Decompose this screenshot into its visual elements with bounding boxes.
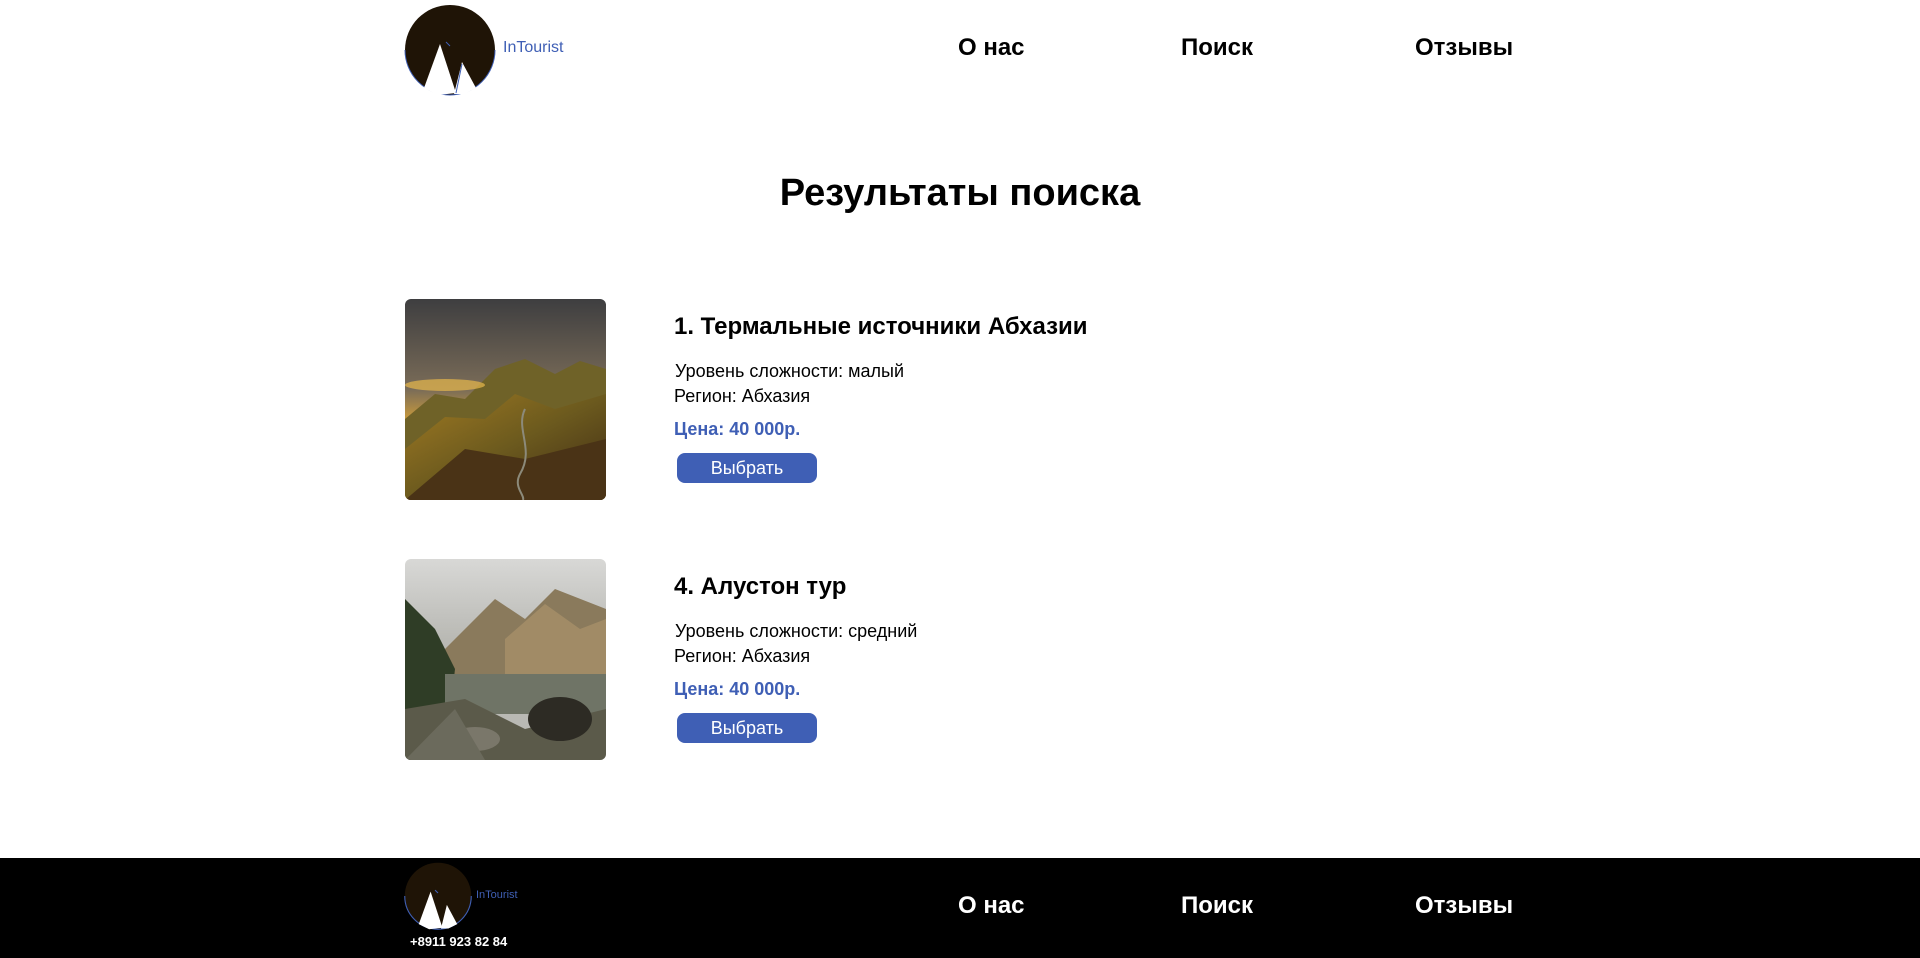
- mountain-lake-photo: [405, 559, 606, 760]
- nav-about[interactable]: О нас: [958, 34, 1025, 62]
- site-footer: InTourist +8911 923 82 84 О нас Поиск От…: [0, 858, 1920, 958]
- tour-difficulty: Уровень сложности: малый: [675, 361, 905, 381]
- nav-search[interactable]: Поиск: [1181, 34, 1253, 62]
- tour-difficulty: Уровень сложности: средний: [675, 621, 918, 641]
- footer-phone: +8911 923 82 84: [410, 934, 508, 949]
- brand-name[interactable]: InTourist: [503, 39, 563, 57]
- nav-reviews[interactable]: Отзывы: [1415, 34, 1513, 62]
- tour-price: Цена: 40 000р.: [674, 419, 801, 439]
- tour-title[interactable]: 1. Термальные источники Абхазии: [674, 313, 1088, 341]
- logo-icon[interactable]: [404, 4, 496, 96]
- footer-nav-reviews[interactable]: Отзывы: [1415, 892, 1513, 920]
- page-title: Результаты поиска: [779, 172, 1141, 214]
- footer-nav-about[interactable]: О нас: [958, 892, 1025, 920]
- mountain-sunset-photo: [405, 299, 606, 500]
- tour-region: Регион: Абхазия: [674, 386, 811, 406]
- select-tour-button[interactable]: Выбрать: [677, 453, 817, 483]
- footer-nav-search[interactable]: Поиск: [1181, 892, 1253, 920]
- tour-card: 1. Термальные источники Абхазии Уровень …: [405, 299, 1205, 501]
- site-header: InTourist О нас Поиск Отзывы: [0, 0, 1920, 100]
- footer-brand-name[interactable]: InTourist: [476, 889, 518, 901]
- select-tour-button[interactable]: Выбрать: [677, 713, 817, 743]
- tour-price: Цена: 40 000р.: [674, 679, 801, 699]
- tour-region: Регион: Абхазия: [674, 646, 811, 666]
- tour-title[interactable]: 4. Алустон тур: [674, 573, 846, 601]
- tour-card: 4. Алустон тур Уровень сложности: средни…: [405, 559, 1205, 761]
- logo-icon[interactable]: [404, 862, 472, 930]
